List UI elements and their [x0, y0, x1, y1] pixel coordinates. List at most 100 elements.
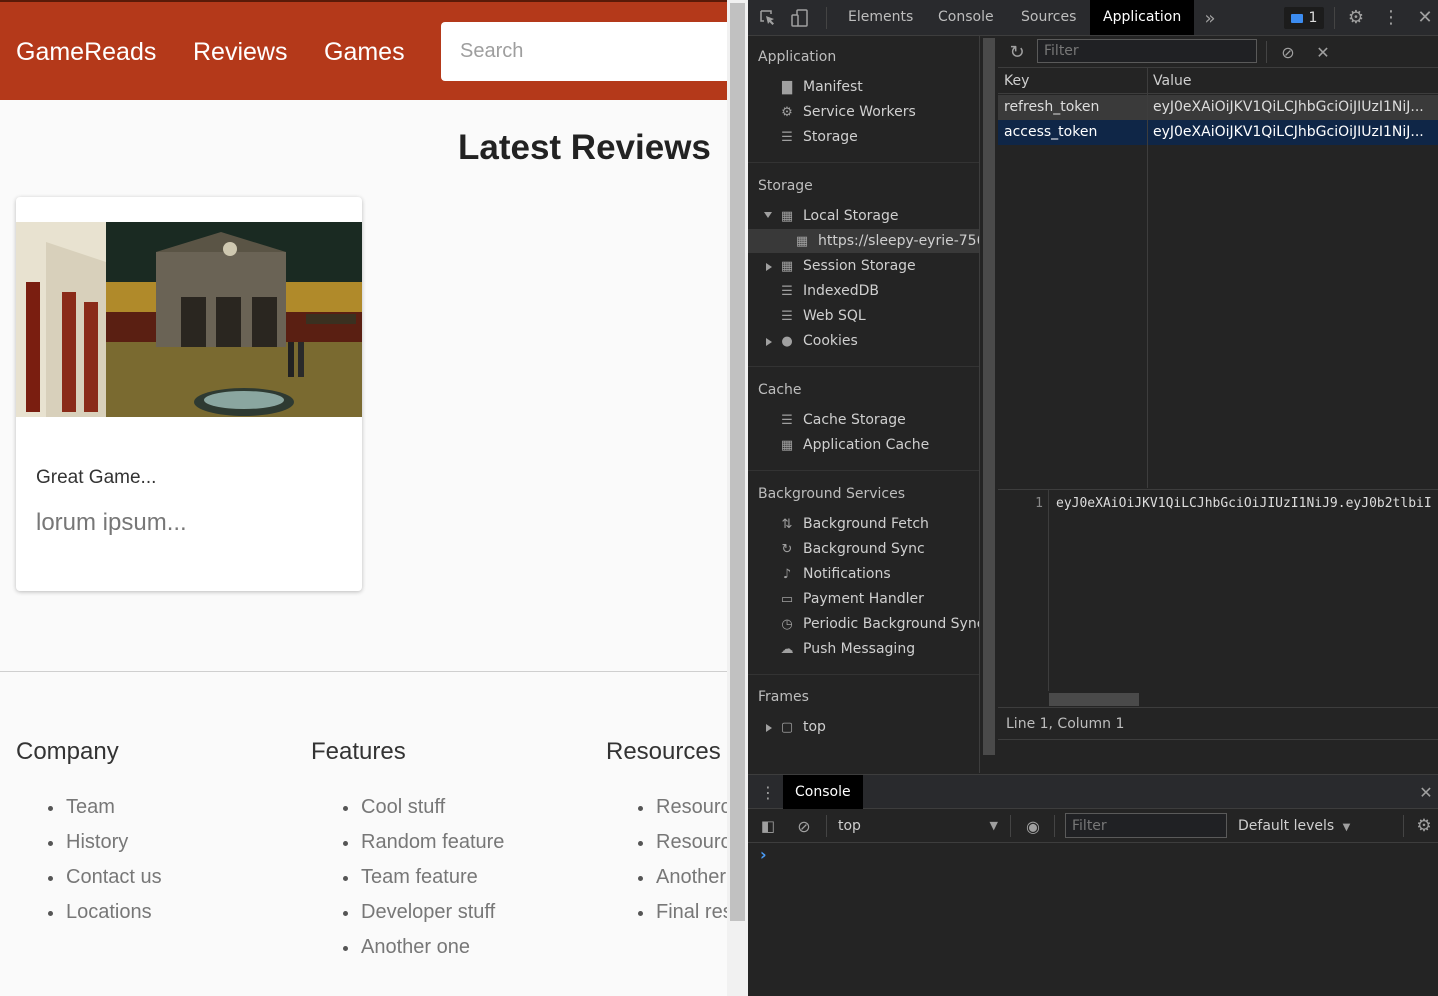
- live-expression-eye-icon[interactable]: ◉: [1022, 816, 1044, 836]
- sidebar-item-background-fetch[interactable]: ⇅ Background Fetch: [778, 512, 929, 536]
- column-header-value[interactable]: Value: [1147, 68, 1438, 94]
- nav-games-link[interactable]: Games: [324, 38, 405, 67]
- console-settings-gear-icon[interactable]: ⚙: [1414, 816, 1434, 836]
- sidebar-vscrollbar[interactable]: [980, 36, 998, 773]
- delete-selected-icon[interactable]: ✕: [1313, 42, 1333, 62]
- footer-link[interactable]: Resource: [636, 796, 727, 831]
- footer-link[interactable]: Team feature: [341, 866, 504, 901]
- footer-link[interactable]: Team: [46, 796, 162, 831]
- page-scrollbar-thumb[interactable]: [730, 3, 745, 921]
- sidebar-item-local-storage[interactable]: ▦ Local Storage: [778, 204, 899, 228]
- database-icon: ☰: [781, 283, 793, 299]
- nav-reviews-link[interactable]: Reviews: [193, 38, 287, 67]
- expand-arrow-icon[interactable]: [764, 212, 772, 218]
- review-card[interactable]: Great Game... lorum ipsum...: [16, 197, 362, 591]
- preview-hscrollbar[interactable]: [1049, 691, 1438, 707]
- sidebar-item-storage[interactable]: ☰ Storage: [778, 125, 858, 149]
- value-text[interactable]: eyJ0eXAiOiJKV1QiLCJhbGciOiJIUzI1NiJ9.eyJ…: [1056, 496, 1432, 511]
- drawer-menu-icon[interactable]: ⋮: [758, 782, 778, 802]
- sidebar-item-origin[interactable]: ▦ https://sleepy-eyrie-7568: [793, 229, 979, 253]
- footer-link[interactable]: Final res: [636, 901, 727, 936]
- tab-console[interactable]: Console: [938, 0, 994, 35]
- show-sidebar-icon[interactable]: ◧: [758, 816, 778, 836]
- drawer-tab-console[interactable]: Console: [783, 775, 863, 809]
- row-value: eyJ0eXAiOiJKV1QiLCJhbGciOiJIUzI1NiJ...: [1153, 124, 1424, 140]
- sidebar-item-push-messaging[interactable]: ☁ Push Messaging: [778, 637, 916, 661]
- console-filter-input[interactable]: [1065, 813, 1227, 838]
- sidebar-item-background-sync[interactable]: ↻ Background Sync: [778, 537, 925, 561]
- search-input[interactable]: [441, 22, 727, 81]
- sidebar-item-manifest[interactable]: ▇ Manifest: [778, 75, 863, 99]
- row-key: access_token: [1004, 124, 1098, 140]
- brand-link[interactable]: GameReads: [16, 38, 156, 67]
- footer-link[interactable]: Random feature: [341, 831, 504, 866]
- sidebar-item-service-workers[interactable]: ⚙ Service Workers: [778, 100, 916, 124]
- sidebar-item-payment-handler[interactable]: ▭ Payment Handler: [778, 587, 924, 611]
- footer-link[interactable]: Cool stuff: [341, 796, 504, 831]
- bell-icon: ♪: [782, 566, 792, 582]
- sidebar-item-cache-storage[interactable]: ☰ Cache Storage: [778, 408, 906, 432]
- toolbar-separator: [1403, 815, 1404, 837]
- footer-link[interactable]: History: [46, 831, 162, 866]
- footer-link[interactable]: Resource: [636, 831, 727, 866]
- section-divider: [748, 162, 979, 163]
- window-frame-icon: ▢: [780, 719, 794, 735]
- tab-application[interactable]: Application: [1090, 0, 1195, 35]
- sidebar-item-periodic-sync[interactable]: ◷ Periodic Background Sync: [778, 612, 979, 636]
- more-options-icon[interactable]: ⋮: [1381, 7, 1401, 28]
- more-tabs-icon[interactable]: »: [1200, 8, 1220, 29]
- gear-icon: ⚙: [781, 104, 793, 120]
- line-gutter: 1: [998, 490, 1049, 691]
- file-icon: ▇: [782, 79, 792, 95]
- sidebar-item-session-storage[interactable]: ▦ Session Storage: [778, 254, 916, 278]
- website-viewport: GameReads Reviews Games Latest Reviews: [0, 0, 727, 996]
- console-prompt-icon[interactable]: ›: [760, 845, 767, 864]
- devtools-tabbar: Elements Console Sources Application » 1…: [748, 0, 1438, 36]
- close-drawer-icon[interactable]: ✕: [1416, 782, 1436, 802]
- footer-link[interactable]: Contact us: [46, 866, 162, 901]
- tab-sources[interactable]: Sources: [1021, 0, 1076, 35]
- sidebar-vscrollbar-thumb[interactable]: [983, 38, 995, 755]
- section-storage-heading: Storage: [758, 178, 813, 194]
- preview-hscrollbar-thumb[interactable]: [1049, 693, 1139, 706]
- collapse-arrow-icon[interactable]: [766, 338, 772, 346]
- inspect-element-icon[interactable]: [758, 8, 778, 28]
- toolbar-separator: [1334, 7, 1335, 29]
- footer-link[interactable]: Developer stuff: [341, 901, 504, 936]
- section-divider: [748, 674, 979, 675]
- footer-company-list: Team History Contact us Locations: [46, 796, 162, 936]
- sidebar-item-frame-top[interactable]: ▢ top: [778, 715, 826, 739]
- close-devtools-icon[interactable]: ✕: [1415, 7, 1435, 28]
- clear-all-icon[interactable]: ⊘: [1278, 42, 1298, 62]
- settings-gear-icon[interactable]: ⚙: [1346, 7, 1366, 28]
- sidebar-item-indexeddb[interactable]: ☰ IndexedDB: [778, 279, 879, 303]
- column-header-key[interactable]: Key: [998, 68, 1147, 94]
- database-icon: ☰: [781, 412, 793, 428]
- collapse-arrow-icon[interactable]: [766, 724, 772, 732]
- table-row-selected[interactable]: access_token eyJ0eXAiOiJKV1QiLCJhbGciOiJ…: [998, 120, 1438, 145]
- page-scrollbar[interactable]: [727, 0, 748, 996]
- sidebar-item-notifications[interactable]: ♪ Notifications: [778, 562, 891, 586]
- drawer-tabbar: ⋮ Console ✕: [748, 775, 1438, 809]
- collapse-arrow-icon[interactable]: [766, 263, 772, 271]
- context-selector[interactable]: top ▼: [838, 809, 998, 843]
- table-grid-icon: ▦: [780, 208, 794, 224]
- sidebar-item-cookies[interactable]: ● Cookies: [778, 329, 857, 353]
- clear-console-icon[interactable]: ⊘: [794, 816, 814, 836]
- storage-table: Key Value refresh_token eyJ0eXAiOiJKV1Qi…: [998, 68, 1438, 488]
- sidebar-item-application-cache[interactable]: ▦ Application Cache: [778, 433, 929, 457]
- footer-link[interactable]: Another: [636, 866, 727, 901]
- issues-badge[interactable]: 1: [1284, 7, 1324, 29]
- refresh-icon[interactable]: ↻: [1007, 42, 1027, 63]
- sidebar-item-web-sql[interactable]: ☰ Web SQL: [778, 304, 866, 328]
- device-toolbar-icon[interactable]: [790, 8, 810, 28]
- console-drawer: ⋮ Console ✕ ◧ ⊘ top ▼ ◉ Default levels ▼…: [748, 774, 1438, 996]
- context-selector-value: top: [838, 818, 861, 834]
- storage-filter-input[interactable]: [1037, 39, 1257, 63]
- table-row[interactable]: refresh_token eyJ0eXAiOiJKV1QiLCJhbGciOi…: [998, 95, 1438, 120]
- footer-link[interactable]: Another one: [341, 936, 504, 971]
- tab-elements[interactable]: Elements: [848, 0, 913, 35]
- section-application-heading: Application: [758, 49, 837, 65]
- log-levels-dropdown[interactable]: Default levels ▼: [1238, 809, 1350, 843]
- footer-link[interactable]: Locations: [46, 901, 162, 936]
